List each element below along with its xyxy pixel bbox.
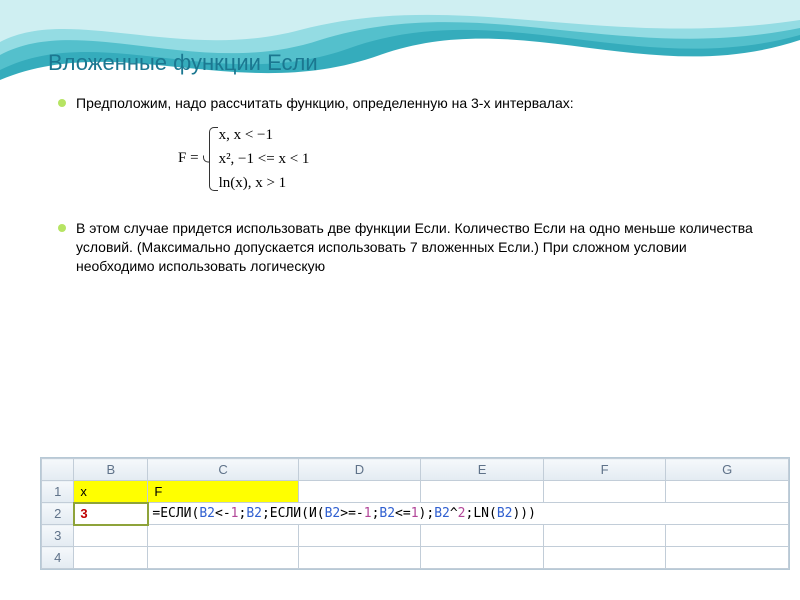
cell-F1[interactable]	[543, 481, 666, 503]
cell-G3[interactable]	[666, 525, 789, 547]
cell-D1[interactable]	[298, 481, 421, 503]
cell-C1[interactable]: F	[148, 481, 298, 503]
cell-B2[interactable]: 3	[74, 503, 148, 525]
formula-case-2: x², −1 <= x < 1	[219, 147, 310, 171]
piecewise-formula: F = x, x < −1 x², −1 <= x < 1 ln(x), x >…	[178, 123, 760, 195]
cell-G4[interactable]	[666, 547, 789, 569]
cell-D4[interactable]	[298, 547, 421, 569]
col-header-F[interactable]: F	[543, 459, 666, 481]
cell-F4[interactable]	[543, 547, 666, 569]
bullet-intro: Предположим, надо рассчитать функцию, оп…	[62, 94, 760, 113]
formula-case-3: ln(x), x > 1	[219, 171, 310, 195]
col-header-B[interactable]: B	[74, 459, 148, 481]
row-header-4[interactable]: 4	[42, 547, 74, 569]
cell-C4[interactable]	[148, 547, 298, 569]
cell-B4[interactable]	[74, 547, 148, 569]
row-header-3[interactable]: 3	[42, 525, 74, 547]
cell-C2-formula[interactable]: =ЕСЛИ(B2<-1;B2;ЕСЛИ(И(B2>=-1;B2<=1);B2^2…	[148, 503, 789, 525]
col-header-C[interactable]: C	[148, 459, 298, 481]
formula-case-1: x, x < −1	[219, 123, 310, 147]
bullet-explanation: В этом случае придется использовать две …	[62, 219, 760, 276]
cell-D3[interactable]	[298, 525, 421, 547]
spreadsheet: B C D E F G 1 x F 2 3 =ЕСЛИ(B2<-1;B2;ЕСЛ…	[40, 457, 790, 570]
col-header-G[interactable]: G	[666, 459, 789, 481]
col-header-E[interactable]: E	[421, 459, 544, 481]
cell-B1[interactable]: x	[74, 481, 148, 503]
cell-B3[interactable]	[74, 525, 148, 547]
row-header-2[interactable]: 2	[42, 503, 74, 525]
slide-title: Вложенные функции Если	[48, 50, 760, 76]
cell-E3[interactable]	[421, 525, 544, 547]
cell-E4[interactable]	[421, 547, 544, 569]
formula-lhs: F =	[178, 150, 199, 167]
col-header-D[interactable]: D	[298, 459, 421, 481]
cell-E1[interactable]	[421, 481, 544, 503]
corner-cell[interactable]	[42, 459, 74, 481]
cell-G1[interactable]	[666, 481, 789, 503]
cell-F3[interactable]	[543, 525, 666, 547]
cell-C3[interactable]	[148, 525, 298, 547]
row-header-1[interactable]: 1	[42, 481, 74, 503]
